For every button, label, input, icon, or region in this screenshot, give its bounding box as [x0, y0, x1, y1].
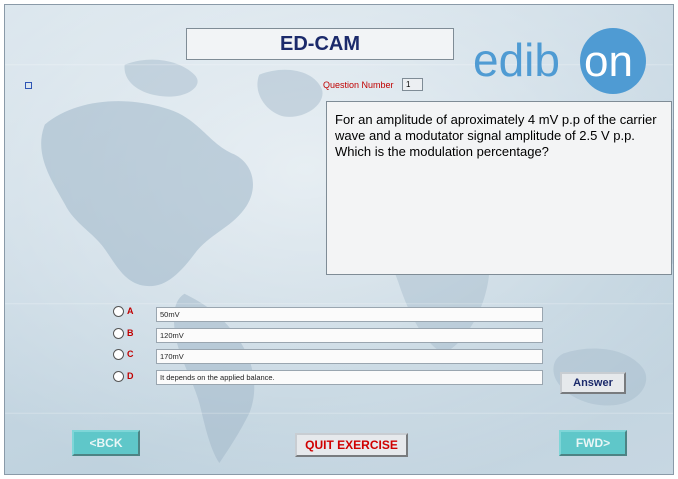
logo-text-right: on	[584, 37, 633, 86]
main-window: ED-CAM edib on Question Number 1 For an …	[4, 4, 674, 475]
question-number-field: 1	[402, 78, 423, 91]
logo-text-left: edib	[473, 34, 560, 86]
edibon-logo: edib on	[473, 28, 646, 94]
radio-button-a[interactable]	[113, 306, 124, 317]
option-field-c: 170mV	[156, 349, 543, 364]
option-field-a: 50mV	[156, 307, 543, 322]
question-number-label: Question Number	[323, 80, 394, 90]
app-title: ED-CAM	[186, 28, 454, 60]
radio-button-d[interactable]	[113, 371, 124, 382]
option-letter-d: D	[127, 371, 134, 381]
option-letter-c: C	[127, 349, 134, 359]
window-control-square[interactable]	[25, 82, 32, 89]
option-letter-b: B	[127, 328, 134, 338]
quit-exercise-button[interactable]: QUIT EXERCISE	[295, 433, 408, 457]
forward-button[interactable]: FWD>	[559, 430, 627, 456]
option-field-d: It depends on the applied balance.	[156, 370, 543, 385]
question-text-box: For an amplitude of aproximately 4 mV p.…	[326, 101, 672, 275]
radio-button-b[interactable]	[113, 328, 124, 339]
option-field-b: 120mV	[156, 328, 543, 343]
option-letter-a: A	[127, 306, 134, 316]
radio-button-c[interactable]	[113, 349, 124, 360]
answer-button[interactable]: Answer	[560, 372, 626, 394]
back-button[interactable]: <BCK	[72, 430, 140, 456]
